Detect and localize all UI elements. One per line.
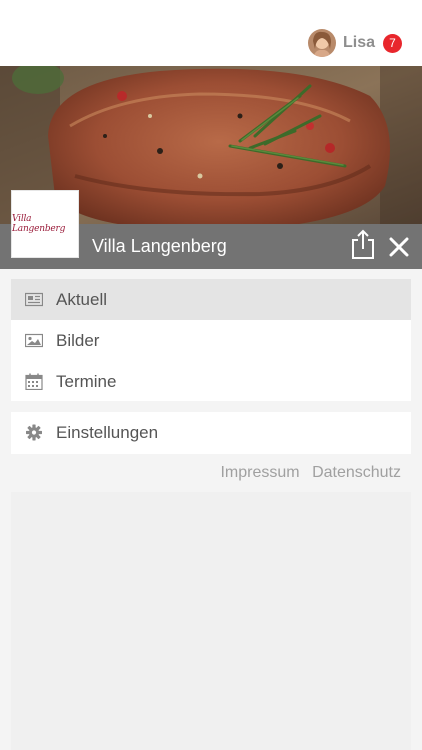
- menu-label-einstellungen: Einstellungen: [56, 422, 159, 442]
- user-profile[interactable]: Lisa 7: [307, 29, 402, 57]
- user-name[interactable]: Lisa: [343, 34, 375, 52]
- venue-logo: Villa Langenberg: [11, 190, 79, 258]
- share-icon[interactable]: [350, 228, 376, 260]
- menu-item-einstellungen[interactable]: Einstellungen: [11, 412, 411, 453]
- notification-badge[interactable]: 7: [383, 33, 402, 53]
- main-menu: Aktuell Bilder Termine: [11, 279, 411, 401]
- logo-text: Villa Langenberg: [12, 214, 66, 234]
- gear-icon: [26, 424, 42, 441]
- calendar-icon: [25, 373, 43, 390]
- menu-label-bilder: Bilder: [56, 330, 100, 350]
- settings-menu: Einstellungen: [11, 412, 411, 454]
- datenschutz-link[interactable]: Datenschutz: [312, 464, 401, 481]
- menu-item-bilder[interactable]: Bilder: [11, 320, 411, 361]
- venue-name: Villa Langenberg: [92, 236, 227, 256]
- menu-label-termine: Termine: [56, 371, 117, 391]
- avatar[interactable]: [307, 29, 336, 57]
- footer-links: Impressum Datenschutz: [212, 464, 401, 482]
- impressum-link[interactable]: Impressum: [220, 464, 299, 481]
- newspaper-icon: [25, 292, 43, 307]
- close-icon[interactable]: [388, 236, 410, 258]
- image-icon: [25, 333, 43, 348]
- menu-label-aktuell: Aktuell: [56, 289, 108, 309]
- content-panel: [11, 492, 411, 750]
- menu-item-aktuell[interactable]: Aktuell: [11, 279, 411, 320]
- menu-item-termine[interactable]: Termine: [11, 361, 411, 402]
- top-bar: Lisa 7: [0, 0, 422, 66]
